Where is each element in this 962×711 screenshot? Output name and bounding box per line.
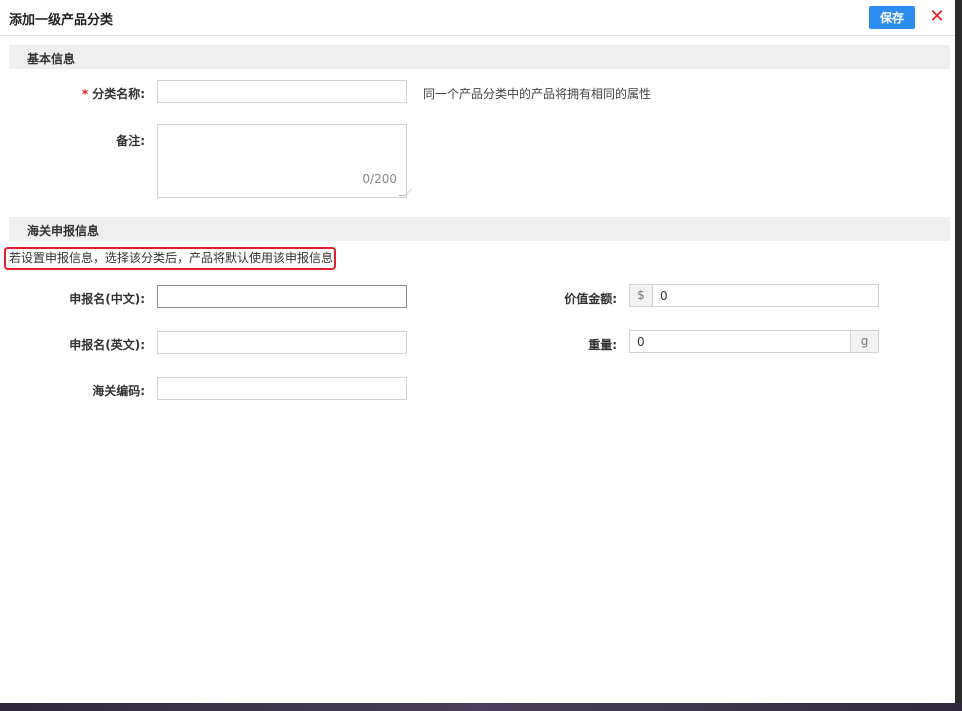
weight-label: 重量:: [588, 338, 617, 352]
weight-unit-suffix: g: [850, 330, 879, 353]
resize-grip-icon[interactable]: [398, 189, 412, 196]
category-name-input[interactable]: [157, 80, 407, 103]
background-strip: [0, 703, 962, 711]
required-mark: *: [81, 87, 89, 101]
dialog-title: 添加一级产品分类: [9, 13, 114, 28]
declared-value-label: 价值金额:: [564, 292, 617, 306]
save-button[interactable]: 保存: [869, 6, 915, 29]
section-customs-info: 海关申报信息: [9, 217, 950, 241]
currency-prefix: $: [629, 284, 653, 307]
category-name-label-text: 分类名称:: [92, 87, 145, 101]
customs-notice: 若设置申报信息，选择该分类后，产品将默认使用该申报信息: [4, 247, 336, 270]
name-en-label: 申报名(英文):: [69, 338, 145, 352]
page-scrollbar[interactable]: [955, 0, 962, 703]
name-cn-input[interactable]: [157, 285, 407, 308]
section-customs-info-title: 海关申报信息: [27, 224, 100, 238]
weight-input[interactable]: [629, 330, 851, 353]
name-cn-label: 申报名(中文):: [69, 292, 145, 306]
declared-value-input[interactable]: [652, 284, 879, 307]
remark-char-counter: 0/200: [362, 172, 397, 186]
category-name-hint: 同一个产品分类中的产品将拥有相同的属性: [423, 87, 652, 101]
dialog-header: 添加一级产品分类 保存 ✕: [0, 0, 955, 36]
remark-textarea[interactable]: 0/200: [157, 124, 412, 198]
remark-label: 备注:: [116, 134, 145, 148]
section-basic-info: 基本信息: [9, 45, 950, 69]
category-name-label: * 分类名称:: [5, 85, 145, 102]
hs-code-label: 海关编码:: [92, 384, 145, 398]
hs-code-input[interactable]: [157, 377, 407, 400]
add-category-dialog: 添加一级产品分类 保存 ✕ 基本信息 * 分类名称: 同一个产品分类中的产品将拥有…: [0, 0, 955, 703]
close-icon[interactable]: ✕: [927, 7, 947, 27]
name-en-input[interactable]: [157, 331, 407, 354]
section-basic-info-title: 基本信息: [27, 52, 76, 66]
